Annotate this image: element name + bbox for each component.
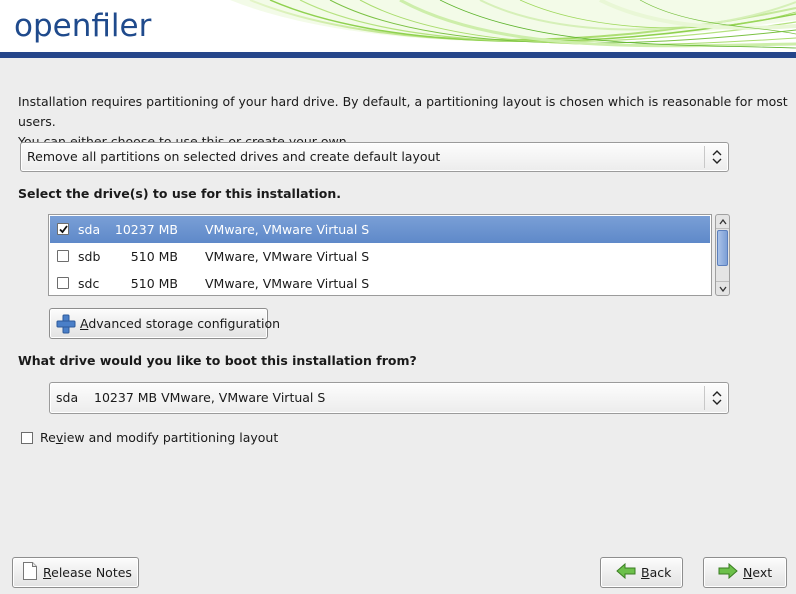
back-label: Back (641, 565, 672, 580)
header-accent-bar (0, 52, 796, 58)
drive-list[interactable]: sda 10237 MB VMware, VMware Virtual S sd… (48, 214, 712, 296)
document-icon (22, 562, 38, 583)
select-drives-label: Select the drive(s) to use for this inst… (18, 186, 342, 201)
openfiler-logo: openfiler (14, 8, 152, 44)
review-layout-checkbox[interactable] (21, 432, 33, 444)
advanced-storage-button[interactable]: Advanced storage configuration (49, 308, 280, 339)
partition-layout-value: Remove all partitions on selected drives… (27, 149, 441, 164)
release-notes-button[interactable]: Release Notes (12, 557, 139, 588)
plus-icon (56, 314, 76, 334)
release-notes-label: Release Notes (43, 565, 132, 580)
updown-arrows-icon (704, 146, 728, 168)
drive-model: VMware, VMware Virtual S (205, 249, 370, 264)
review-layout-label: Review and modify partitioning layout (40, 430, 279, 445)
drive-model: VMware, VMware Virtual S (205, 222, 370, 237)
boot-drive-label: What drive would you like to boot this i… (18, 353, 417, 368)
boot-drive-value: sda 10237 MB VMware, VMware Virtual S (56, 390, 326, 405)
next-label: Next (743, 565, 773, 580)
scroll-down-arrow-icon[interactable] (716, 281, 729, 295)
drive-list-scrollbar[interactable] (715, 214, 730, 296)
scroll-up-arrow-icon[interactable] (716, 215, 729, 229)
advanced-storage-label: Advanced storage configuration (80, 316, 281, 331)
partition-layout-select[interactable]: Remove all partitions on selected drives… (20, 142, 729, 172)
drive-row-sdb[interactable]: sdb 510 MB VMware, VMware Virtual S (50, 243, 710, 270)
intro-line-1: Installation requires partitioning of yo… (18, 94, 788, 129)
next-button[interactable]: Next (703, 557, 787, 588)
drive-row-sda[interactable]: sda 10237 MB VMware, VMware Virtual S (50, 216, 710, 243)
drive-model: VMware, VMware Virtual S (205, 276, 370, 291)
drive-size: 510 MB (130, 276, 178, 291)
back-button[interactable]: Back (600, 557, 683, 588)
next-arrow-icon (718, 562, 738, 582)
scrollbar-thumb[interactable] (717, 230, 728, 266)
header-banner: openfiler (0, 0, 796, 58)
updown-arrows-icon (704, 386, 728, 410)
drive-size: 510 MB (130, 249, 178, 264)
drive-row-sdc[interactable]: sdc 510 MB VMware, VMware Virtual S (50, 270, 710, 297)
boot-drive-select[interactable]: sda 10237 MB VMware, VMware Virtual S (49, 382, 729, 414)
drive-size: 10237 MB (114, 222, 178, 237)
back-arrow-icon (616, 562, 636, 582)
